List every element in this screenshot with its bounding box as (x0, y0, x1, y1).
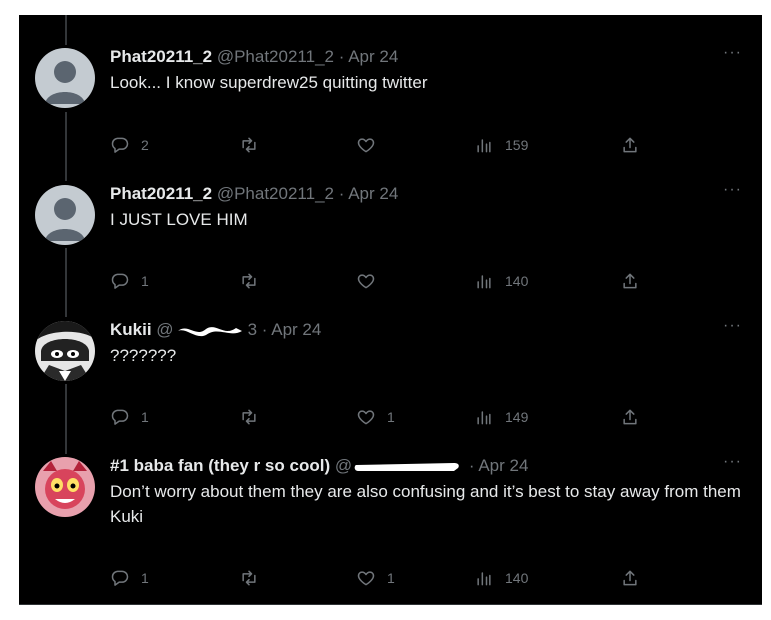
timestamp[interactable]: Apr 24 (348, 47, 398, 66)
tweet-header: #1 baba fan (they r so cool) @ · Apr 24 (110, 455, 722, 477)
separator: · (468, 456, 475, 475)
views-count: 149 (505, 409, 529, 425)
heart-icon (357, 410, 375, 425)
views-button[interactable]: 149 (474, 405, 528, 429)
heart-icon (357, 274, 375, 289)
handle[interactable]: @ (156, 320, 173, 339)
tweet-text: Look... I know superdrew25 quitting twit… (110, 73, 428, 92)
share-icon (623, 409, 637, 425)
views-icon (477, 572, 491, 586)
like-count: 1 (387, 570, 395, 586)
share-button[interactable] (620, 269, 640, 293)
tweet-text: I JUST LOVE HIM (110, 210, 248, 229)
reply-count: 1 (141, 409, 149, 425)
views-count: 140 (505, 570, 529, 586)
avatar[interactable] (35, 321, 95, 381)
reply-count: 1 (141, 570, 149, 586)
views-button[interactable]: 140 (474, 269, 528, 293)
like-button[interactable]: 1 (356, 405, 395, 429)
like-button[interactable]: 1 (356, 566, 395, 590)
views-icon (477, 275, 491, 289)
display-name[interactable]: Kukii (110, 320, 152, 339)
tweet-actions: 1 1 149 (19, 405, 762, 429)
views-count: 140 (505, 273, 529, 289)
handle[interactable]: @Phat20211_2 (217, 184, 334, 203)
reply-icon (111, 570, 129, 586)
thread-line (65, 15, 67, 45)
reply-button[interactable]: 1 (110, 269, 149, 293)
tweet-header: Phat20211_2 @Phat20211_2 · Apr 24 (110, 183, 722, 205)
tweet-header: Phat20211_2 @Phat20211_2 · Apr 24 (110, 46, 722, 68)
avatar[interactable] (35, 185, 95, 245)
share-button[interactable] (620, 405, 640, 429)
redaction-scribble (177, 326, 242, 336)
tweet-text: Don’t worry about them they are also con… (110, 482, 741, 526)
reply-icon (111, 137, 129, 153)
share-icon (623, 570, 637, 586)
reply-count: 2 (141, 137, 149, 153)
tweet-text: ??????? (110, 346, 177, 365)
retweet-button[interactable] (239, 566, 270, 590)
like-count: 1 (387, 409, 395, 425)
more-icon[interactable]: ··· (723, 44, 742, 62)
more-icon[interactable]: ··· (723, 317, 742, 335)
retweet-button[interactable] (239, 405, 270, 429)
tweet-actions: 1 140 (19, 269, 762, 293)
handle-tail: 3 (247, 320, 258, 339)
timestamp[interactable]: Apr 24 (348, 184, 398, 203)
views-icon (477, 139, 491, 153)
separator: · (338, 184, 345, 203)
share-icon (623, 273, 637, 289)
reply-button[interactable]: 1 (110, 566, 149, 590)
tweet-header: Kukii @3 · Apr 24 (110, 319, 722, 341)
reply-icon (111, 273, 129, 289)
like-button[interactable] (356, 269, 387, 293)
avatar[interactable] (35, 48, 95, 108)
conversation-thread: Phat20211_2 @Phat20211_2 · Apr 24 ··· Lo… (19, 15, 762, 605)
reply-icon (111, 409, 129, 425)
more-icon[interactable]: ··· (723, 181, 742, 199)
share-button[interactable] (620, 133, 640, 157)
timestamp[interactable]: Apr 24 (478, 456, 528, 475)
redaction-scribble (354, 462, 459, 471)
reply-count: 1 (141, 273, 149, 289)
more-icon[interactable]: ··· (723, 453, 742, 471)
like-button[interactable] (356, 133, 387, 157)
handle[interactable]: @Phat20211_2 (217, 47, 334, 66)
heart-icon (357, 571, 375, 586)
views-button[interactable]: 159 (474, 133, 528, 157)
handle[interactable]: @ (335, 456, 352, 475)
retweet-icon (242, 137, 256, 153)
views-icon (477, 411, 491, 425)
views-button[interactable]: 140 (474, 566, 528, 590)
display-name[interactable]: Phat20211_2 (110, 184, 212, 203)
retweet-icon (242, 273, 256, 289)
retweet-button[interactable] (239, 133, 270, 157)
retweet-button[interactable] (239, 269, 270, 293)
heart-icon (357, 138, 375, 153)
separator: · (338, 47, 345, 66)
reply-button[interactable]: 2 (110, 133, 149, 157)
retweet-icon (242, 570, 256, 586)
tweet-actions: 2 159 (19, 133, 762, 157)
share-button[interactable] (620, 566, 640, 590)
avatar[interactable] (35, 457, 95, 517)
display-name[interactable]: #1 baba fan (they r so cool) (110, 456, 330, 475)
reply-button[interactable]: 1 (110, 405, 149, 429)
views-count: 159 (505, 137, 529, 153)
display-name[interactable]: Phat20211_2 (110, 47, 212, 66)
tweet-actions: 1 1 140 (19, 566, 762, 590)
divider (19, 604, 762, 605)
timestamp[interactable]: Apr 24 (271, 320, 321, 339)
share-icon (623, 137, 637, 153)
retweet-icon (242, 409, 256, 425)
separator: · (261, 320, 268, 339)
